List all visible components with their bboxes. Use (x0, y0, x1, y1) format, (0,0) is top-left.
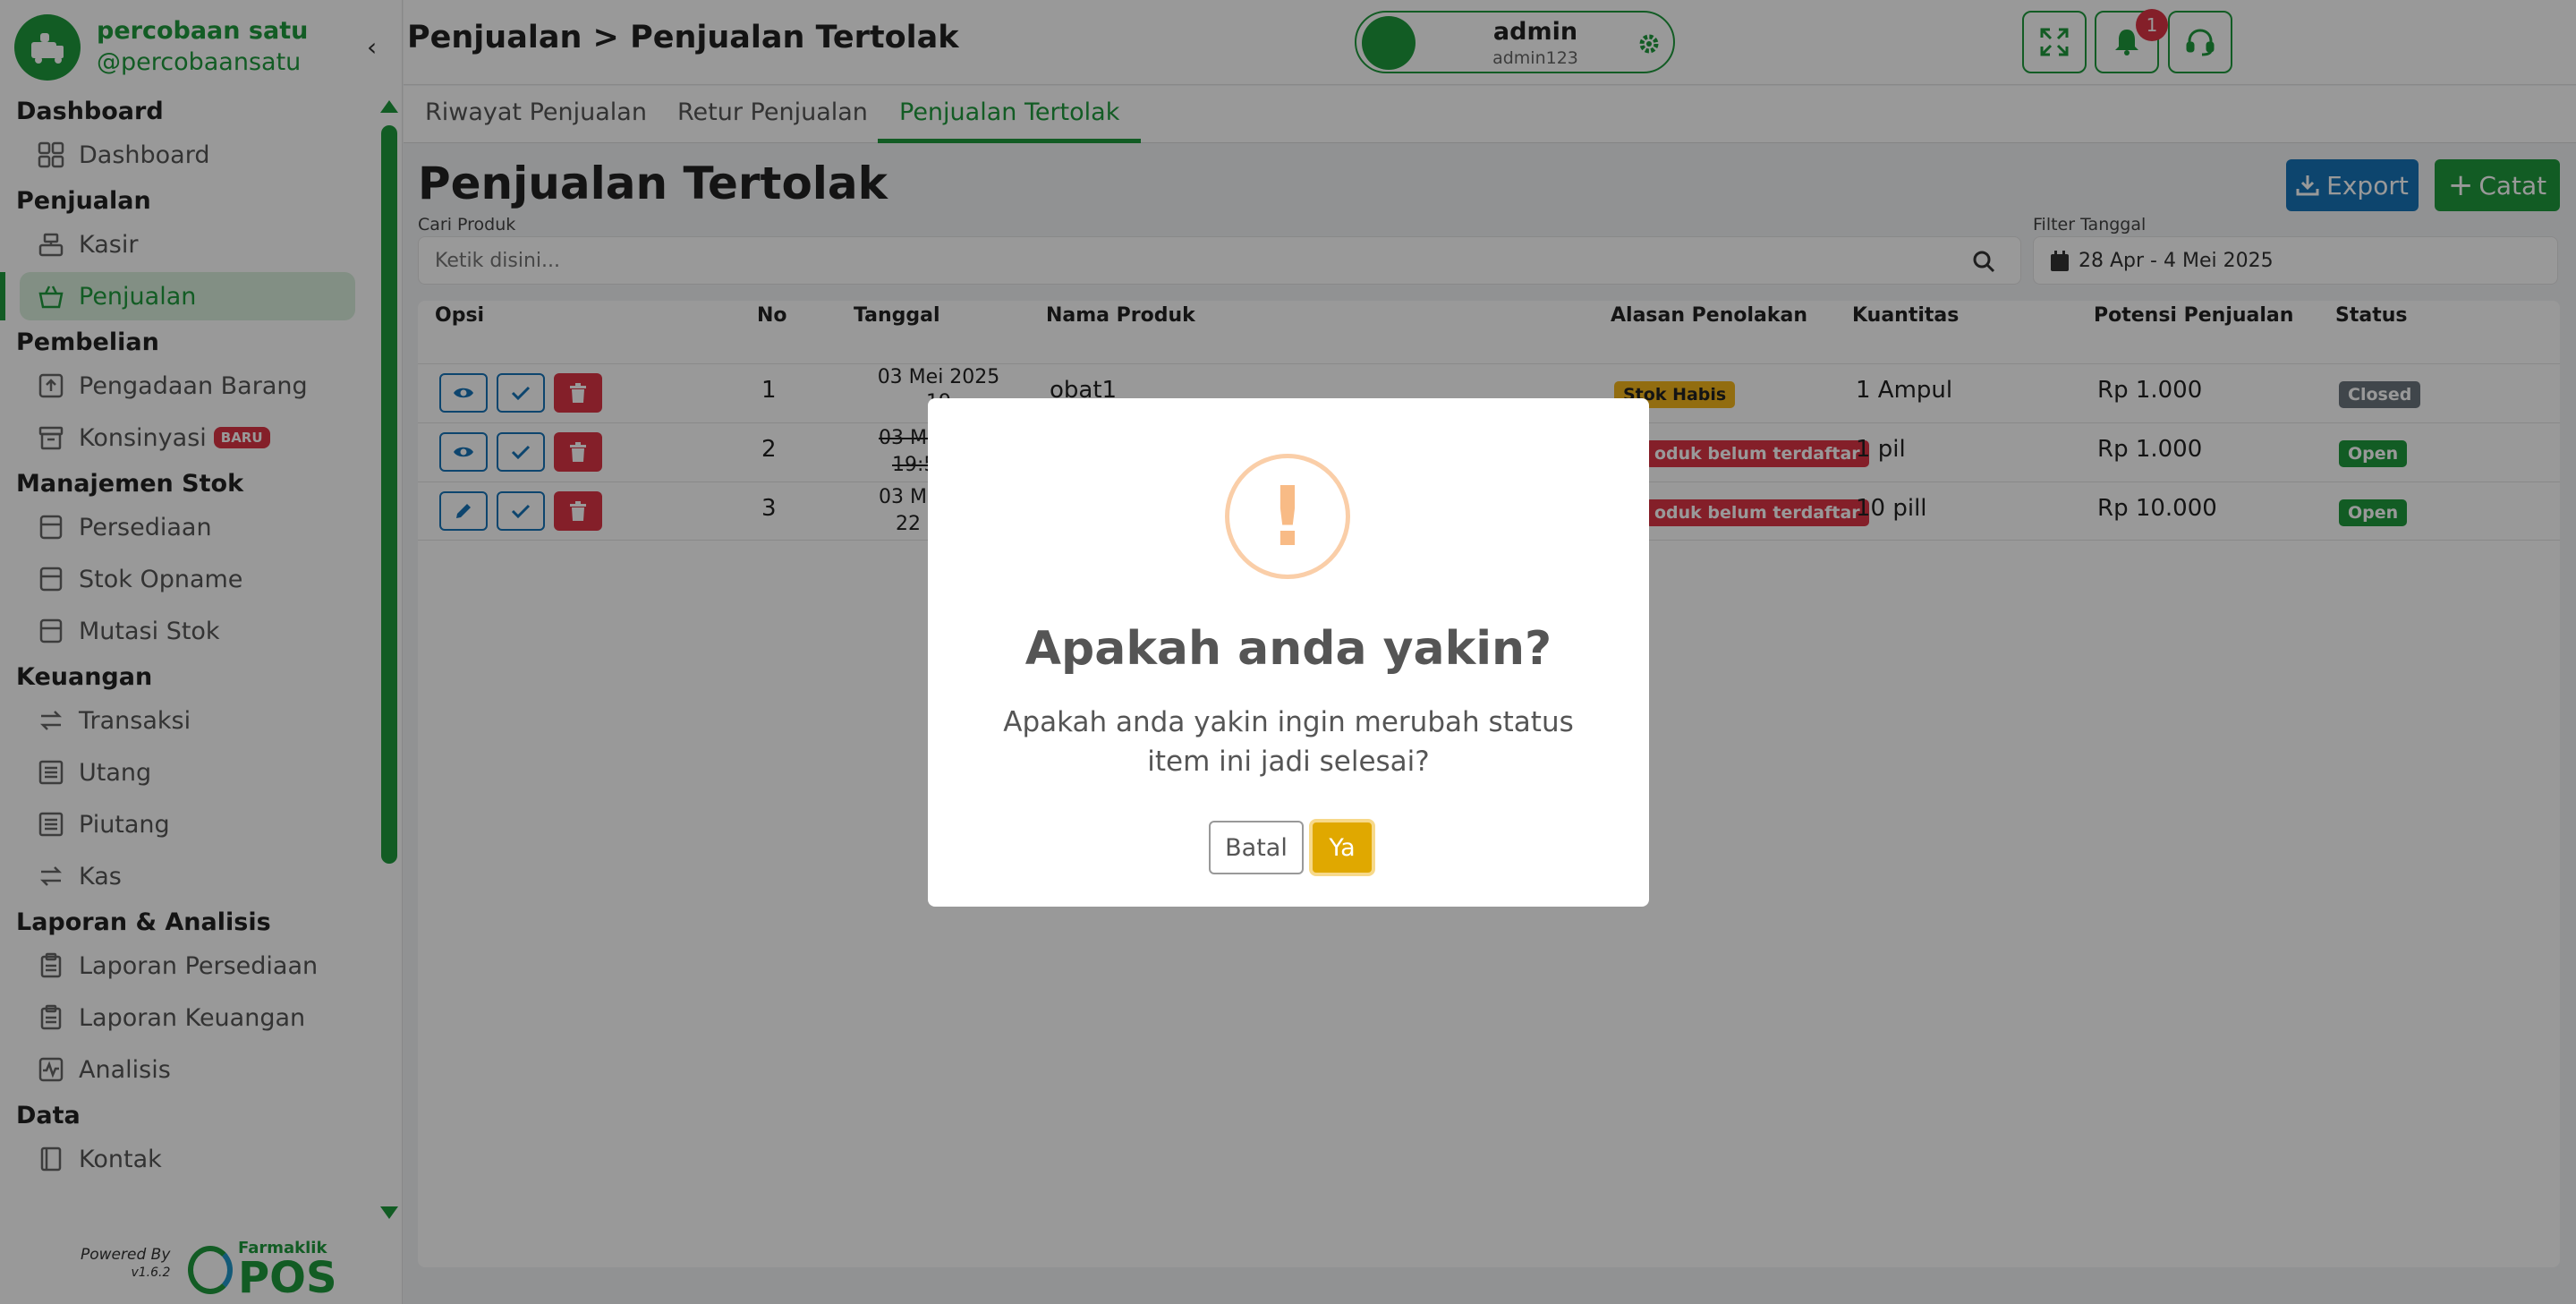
warning-icon: ! (1225, 454, 1350, 579)
warning-mark: ! (1269, 468, 1306, 565)
confirm-button[interactable]: Ya (1309, 819, 1375, 876)
confirm-dialog: ! Apakah anda yakin? Apakah anda yakin i… (928, 398, 1649, 907)
dialog-message: Apakah anda yakin ingin merubah status i… (1003, 706, 1574, 778)
dialog-title: Apakah anda yakin? (1024, 622, 1552, 676)
cancel-button[interactable]: Batal (1209, 821, 1304, 874)
